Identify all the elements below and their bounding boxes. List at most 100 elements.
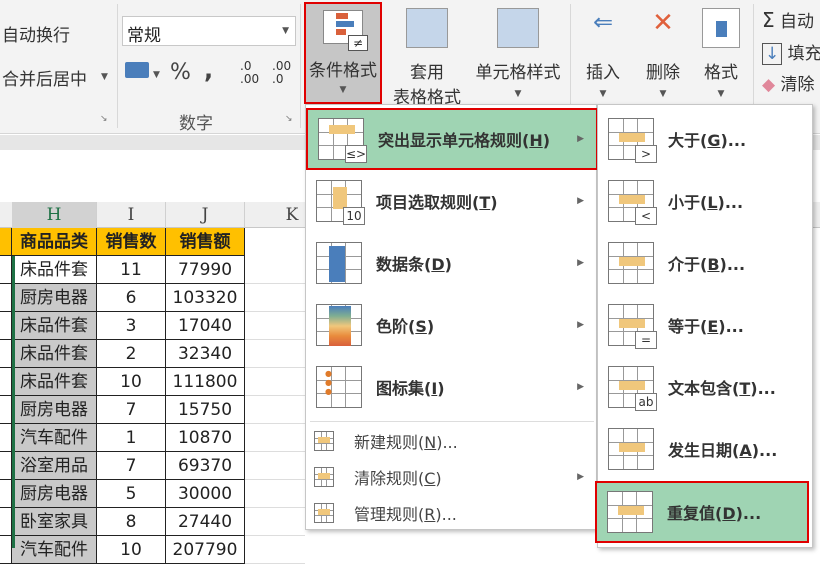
table-cell[interactable]: 床品件套 [12,340,97,368]
table-cell[interactable]: 汽车配件 [12,536,97,564]
table-cell[interactable] [0,480,12,508]
merge-center-button[interactable]: 合并后居中 [2,65,87,90]
insert-button[interactable]: ⇐ 插入 ▼ [578,6,628,99]
table-cell[interactable]: 厨房电器 [12,396,97,424]
submenu-item-date-occurring[interactable]: 发生日期(A)... [598,418,812,480]
icon-sets-icon: ● ● ● [316,366,362,408]
gridline [245,535,305,536]
chevron-down-icon[interactable]: ▼ [153,70,160,80]
table-cell[interactable] [0,368,12,396]
header-cell[interactable]: 销售数 [97,228,166,256]
table-cell[interactable]: 浴室用品 [12,452,97,480]
decrease-decimal-button[interactable]: .00 .0 [272,60,291,86]
table-cell[interactable]: 厨房电器 [12,284,97,312]
table-cell[interactable]: 111800 [166,368,245,396]
percent-button[interactable]: % [170,60,191,85]
menu-item-data-bars[interactable]: 数据条(D) ▶ [306,232,596,294]
table-cell[interactable]: 10 [97,536,166,564]
table-cell[interactable]: 11 [97,256,166,284]
gridline [245,423,305,424]
between-icon [608,242,654,284]
table-cell[interactable] [0,340,12,368]
column-header-j[interactable]: J [166,202,245,228]
menu-item-color-scales[interactable]: 色阶(S) ▶ [306,294,596,356]
header-cell[interactable]: 商品品类 [12,228,97,256]
column-header-h[interactable]: H [12,202,97,228]
menu-item-highlight-cell-rules[interactable]: ≤> 突出显示单元格规则(H) ▶ [306,108,598,170]
comma-button[interactable]: , [204,56,213,84]
table-cell[interactable]: 1 [97,424,166,452]
table-cell[interactable] [0,508,12,536]
table-cell[interactable]: 2 [97,340,166,368]
number-format-select[interactable]: 常规 ▼ [122,16,296,46]
table-cell[interactable]: 床品件套 [12,256,97,284]
table-cell[interactable] [0,536,12,564]
item-label: 发生日期(A)... [668,441,778,460]
dialog-launcher-icon[interactable]: ↘ [285,114,293,124]
table-cell[interactable]: 17040 [166,312,245,340]
clear-button[interactable]: ◆ 清除 [762,70,814,95]
submenu-item-text-contains[interactable]: ab 文本包含(T)... [598,356,812,418]
table-cell[interactable]: 汽车配件 [12,424,97,452]
table-cell[interactable]: 103320 [166,284,245,312]
table-cell[interactable]: 10870 [166,424,245,452]
table-cell[interactable]: 69370 [166,452,245,480]
table-cell[interactable]: 卧室家具 [12,508,97,536]
table-cell[interactable]: 厨房电器 [12,480,97,508]
table-cell[interactable]: 床品件套 [12,312,97,340]
conditional-format-icon: ≠ [323,10,368,51]
table-cell[interactable]: 5 [97,480,166,508]
table-cell[interactable] [0,284,12,312]
cell-styles-button[interactable]: 单元格样式 ▼ [470,6,566,99]
table-cell[interactable] [0,312,12,340]
header-cell[interactable]: 销售额 [166,228,245,256]
highlight-cell-rules-icon: ≤> [318,118,367,163]
conditional-format-button[interactable]: ≠ 条件格式 ▼ [304,2,382,104]
table-cell[interactable]: 3 [97,312,166,340]
table-cell[interactable] [0,424,12,452]
table-cell[interactable]: 床品件套 [12,368,97,396]
format-button[interactable]: 格式 ▼ [696,6,746,99]
table-cell[interactable]: 207790 [166,536,245,564]
less-than-icon: < [608,180,657,225]
table-cell[interactable]: 27440 [166,508,245,536]
table-cell[interactable]: 8 [97,508,166,536]
duplicate-values-icon [607,491,653,533]
dialog-launcher-icon[interactable]: ↘ [100,114,108,124]
top-bottom-rules-icon: 10 [316,180,365,225]
table-cell[interactable]: 6 [97,284,166,312]
table-cell[interactable]: 77990 [166,256,245,284]
submenu-item-equal-to[interactable]: = 等于(E)... [598,294,812,356]
table-cell[interactable] [0,256,12,284]
fill-button[interactable]: ↓ 填充 [762,39,820,65]
submenu-arrow-icon: ▶ [577,320,584,330]
item-label: 文本包含(T)... [668,379,776,398]
table-cell[interactable]: 7 [97,452,166,480]
menu-item-icon-sets[interactable]: ● ● ● 图标集(I) ▶ [306,356,596,418]
delete-button[interactable]: ✕ 删除 ▼ [638,6,688,99]
table-cell[interactable]: 7 [97,396,166,424]
submenu-item-between[interactable]: 介于(B)... [598,232,812,294]
wrap-text-button[interactable]: 自动换行 [2,21,70,46]
autosum-button[interactable]: Σ 自动 [762,7,814,32]
menu-item-manage-rules[interactable]: 管理规则(R)... [306,495,596,531]
chevron-down-icon[interactable]: ▼ [101,72,108,82]
table-cell[interactable]: 32340 [166,340,245,368]
menu-item-new-rule[interactable]: 新建规则(N)... [306,423,596,459]
submenu-item-duplicate-values[interactable]: 重复值(D)... [595,481,809,543]
format-as-table-button[interactable]: 套用 表格格式 [386,6,468,108]
table-cell[interactable] [0,396,12,424]
header-cell[interactable] [0,228,12,256]
currency-icon[interactable] [125,62,149,78]
table-cell[interactable]: 15750 [166,396,245,424]
menu-item-top-bottom-rules[interactable]: 10 项目选取规则(T) ▶ [306,170,596,232]
item-label: 管理规则(R)... [354,505,457,524]
menu-item-clear-rules[interactable]: 清除规则(C) ▶ [306,459,596,495]
table-cell[interactable] [0,452,12,480]
increase-decimal-button[interactable]: .0 .00 [240,60,259,86]
submenu-item-less-than[interactable]: < 小于(L)... [598,170,812,232]
submenu-item-greater-than[interactable]: > 大于(G)... [598,108,812,170]
table-cell[interactable]: 10 [97,368,166,396]
table-cell[interactable]: 30000 [166,480,245,508]
column-header-i[interactable]: I [97,202,166,228]
